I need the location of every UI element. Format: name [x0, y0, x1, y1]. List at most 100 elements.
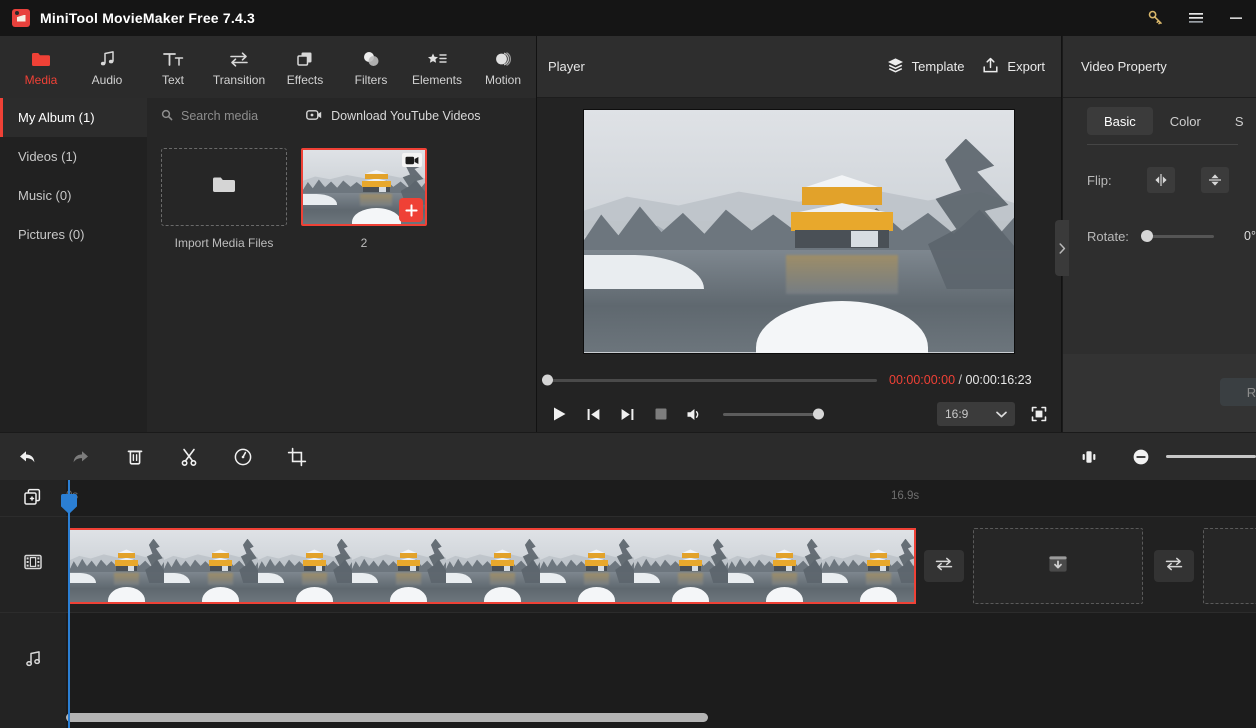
volume-handle[interactable] [813, 408, 824, 420]
split-button[interactable] [162, 433, 216, 480]
template-button[interactable]: Template [887, 57, 964, 77]
transition-swap-icon [1164, 556, 1184, 577]
timeline-clip[interactable] [68, 528, 916, 604]
tab-transition[interactable]: Transition [206, 36, 272, 98]
video-property-panel: Video Property Basic Color S Flip: Rotat… [1055, 36, 1256, 432]
drop-media-icon [1047, 553, 1069, 580]
seek-handle[interactable] [542, 374, 553, 386]
current-time: 00:00:00:00 [889, 373, 956, 387]
total-time: 00:00:16:23 [965, 373, 1032, 387]
undo-button[interactable] [0, 433, 54, 480]
fullscreen-icon[interactable] [1029, 404, 1049, 424]
tab-media[interactable]: Media [8, 36, 74, 98]
film-strip-icon [23, 553, 43, 576]
stop-icon[interactable] [651, 404, 671, 424]
video-track[interactable] [66, 516, 1256, 612]
seek-slider[interactable] [542, 374, 877, 386]
tab-speed[interactable]: S [1218, 107, 1256, 135]
skip-next-icon[interactable] [617, 404, 637, 424]
music-note-icon [98, 48, 117, 68]
tab-elements[interactable]: Elements [404, 36, 470, 98]
import-media-cell[interactable]: Import Media Files [161, 148, 287, 250]
media-panel-header: Search media Download YouTube Videos [147, 98, 536, 134]
add-track-icon[interactable] [0, 480, 66, 516]
volume-slider[interactable] [723, 408, 824, 420]
youtube-download-icon [306, 109, 322, 124]
import-media-label: Import Media Files [174, 236, 274, 250]
rotate-label: Rotate: [1087, 228, 1129, 244]
tab-motion[interactable]: Motion [470, 36, 536, 98]
media-sidebar: My Album (1) Videos (1) Music (0) Pictur… [0, 98, 147, 432]
tab-transition-label: Transition [212, 72, 266, 87]
tab-effects-label: Effects [286, 72, 324, 87]
playhead[interactable] [61, 480, 77, 728]
fit-to-timeline-icon[interactable] [1062, 433, 1116, 480]
sidebar-item-label: My Album (1) [18, 110, 95, 125]
license-key-icon[interactable] [1136, 0, 1176, 36]
tab-text-label: Text [161, 72, 184, 87]
timeline-zoom-slider[interactable] [1166, 455, 1256, 458]
player-title: Player [548, 59, 585, 74]
tab-effects[interactable]: Effects [272, 36, 338, 98]
sidebar-item-pictures[interactable]: Pictures (0) [0, 215, 147, 254]
tab-audio[interactable]: Audio [74, 36, 140, 98]
tab-text[interactable]: Text [140, 36, 206, 98]
text-icon [162, 48, 184, 68]
rotate-handle[interactable] [1140, 230, 1153, 242]
timeline-zoom-controls [1062, 433, 1256, 480]
import-media-dropzone[interactable] [161, 148, 287, 226]
media-item[interactable]: 2 [301, 148, 427, 250]
timeline-horizontal-scrollbar[interactable] [66, 713, 708, 722]
elements-star-list-icon [426, 48, 448, 68]
flip-horizontal-icon[interactable] [1147, 167, 1175, 193]
rotate-slider[interactable] [1140, 230, 1215, 242]
tab-filters[interactable]: Filters [338, 36, 404, 98]
property-divider [1087, 144, 1238, 145]
download-youtube-videos-button[interactable]: Download YouTube Videos [306, 109, 481, 124]
property-title: Video Property [1081, 59, 1167, 74]
export-button[interactable]: Export [982, 57, 1045, 77]
skip-previous-icon[interactable] [583, 404, 603, 424]
crop-button[interactable] [270, 433, 324, 480]
effects-layers-icon [295, 48, 315, 68]
timeline-track-headers [0, 480, 66, 728]
reset-button[interactable]: Re [1220, 378, 1256, 406]
video-track-header[interactable] [0, 516, 66, 612]
speed-button[interactable] [216, 433, 270, 480]
search-media-placeholder: Search media [181, 109, 259, 123]
aspect-ratio-select[interactable]: 16:9 [937, 402, 1015, 426]
timecode-display: 00:00:00:00 / 00:00:16:23 [889, 373, 1032, 387]
media-dropzone[interactable] [973, 528, 1143, 604]
flip-vertical-icon[interactable] [1201, 167, 1229, 193]
audio-track-header[interactable] [0, 612, 66, 708]
minitool-logo-icon [12, 9, 30, 27]
search-media-input[interactable]: Search media [161, 109, 258, 124]
title-bar: MiniTool MovieMaker Free 7.4.3 [0, 0, 1256, 36]
timeline-ruler[interactable]: 0s 16.9s [66, 480, 1256, 516]
tab-color[interactable]: Color [1153, 107, 1218, 135]
sidebar-item-my-album[interactable]: My Album (1) [0, 98, 147, 137]
transition-slot-button[interactable] [924, 550, 964, 582]
tab-basic[interactable]: Basic [1087, 107, 1153, 135]
delete-button[interactable] [108, 433, 162, 480]
audio-track[interactable] [66, 612, 1256, 708]
media-dropzone[interactable] [1203, 528, 1256, 604]
redo-button[interactable] [54, 433, 108, 480]
panel-collapse-handle[interactable] [1055, 220, 1069, 276]
play-icon[interactable] [549, 404, 569, 424]
volume-icon[interactable] [685, 404, 705, 424]
transition-slot-button[interactable] [1154, 550, 1194, 582]
tab-speed-label: S [1234, 113, 1244, 129]
sidebar-item-music[interactable]: Music (0) [0, 176, 147, 215]
minimize-icon[interactable] [1216, 0, 1256, 36]
player-header: Player Template Export [537, 36, 1061, 98]
media-thumbnail[interactable] [301, 148, 427, 226]
video-preview[interactable] [583, 108, 1015, 354]
zoom-out-minus-icon[interactable] [1130, 433, 1152, 480]
add-to-timeline-button[interactable] [399, 198, 423, 222]
folder-icon [31, 48, 51, 68]
export-label: Export [1007, 59, 1045, 74]
sidebar-item-videos[interactable]: Videos (1) [0, 137, 147, 176]
flip-label: Flip: [1087, 172, 1112, 188]
hamburger-menu-icon[interactable] [1176, 0, 1216, 36]
